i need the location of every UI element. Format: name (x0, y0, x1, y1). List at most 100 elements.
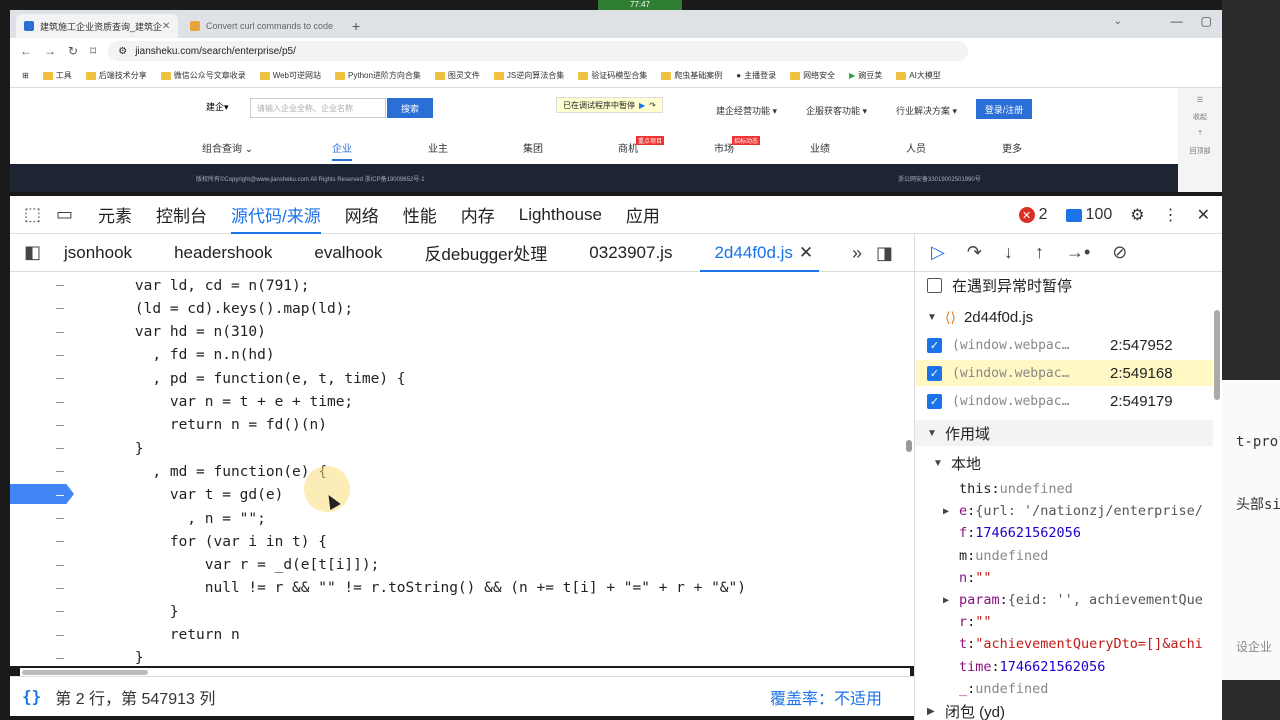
line-gutter[interactable]: – (10, 278, 100, 293)
code-line[interactable]: – } (10, 437, 910, 460)
sidebar-scrollbar[interactable] (1214, 310, 1220, 400)
step-over-icon[interactable]: ↷ (649, 101, 656, 110)
breakpoint-checkbox[interactable]: ✓ (927, 337, 942, 353)
top-icon[interactable]: ⤒ (1178, 130, 1222, 138)
forward-icon[interactable]: → (44, 44, 56, 58)
tab-performance[interactable]: 性能 (403, 196, 437, 234)
collapse-label[interactable]: 收起 (1178, 112, 1222, 122)
line-gutter[interactable]: – (10, 651, 100, 666)
step-into-icon[interactable]: ↓ (1004, 242, 1013, 263)
expand-triangle-icon[interactable]: ▶ (943, 595, 953, 606)
bookmark-folder[interactable]: JS逆向算法合集 (493, 70, 564, 81)
tab-application[interactable]: 应用 (626, 196, 660, 234)
category-market[interactable]: 市场 招标动态 (714, 136, 761, 155)
code-line[interactable]: – (ld = cd).keys().map(ld); (10, 297, 910, 320)
line-gutter[interactable]: – (10, 488, 100, 503)
code-line[interactable]: – return n = fd()(n) (10, 414, 910, 437)
line-gutter[interactable]: – (10, 464, 100, 479)
line-gutter[interactable]: – (10, 534, 100, 549)
step-over-icon[interactable]: ↷ (967, 242, 982, 263)
line-gutter[interactable]: – (10, 604, 100, 619)
bookmark-link[interactable]: ● 主播登录 (736, 70, 776, 81)
line-gutter[interactable]: – (10, 628, 100, 643)
toggle-debugger-icon[interactable]: ◨ (876, 243, 893, 264)
code-line[interactable]: – var r = _d(e[t[i]]); (10, 554, 910, 577)
site-info-icon[interactable]: ⚙ (118, 46, 127, 57)
bookmark-link[interactable]: ▶ 豌豆荚 (849, 70, 882, 81)
file-tab[interactable]: evalhook (314, 234, 382, 272)
bookmark-folder[interactable]: 图灵文件 (434, 70, 480, 81)
settings-gear-icon[interactable]: ⚙ (1130, 205, 1144, 225)
code-line[interactable]: – , md = function(e) { (10, 460, 910, 483)
deactivate-breakpoints-icon[interactable]: ⊘ (1112, 242, 1127, 263)
browser-tab-active[interactable]: 建筑施工企业资质查询_建筑企 ✕ (16, 14, 178, 38)
step-icon[interactable]: →• (1066, 242, 1090, 263)
pause-on-exceptions-row[interactable]: 在遇到异常时暂停 (915, 272, 1215, 298)
new-tab-icon[interactable]: + (352, 18, 360, 34)
code-line[interactable]: – var t = gd(e) (10, 484, 910, 507)
url-field[interactable]: ⚙ jianshеku.com/search/enterprise/p5/ (108, 41, 969, 61)
code-horizontal-scrollbar[interactable] (20, 668, 910, 676)
category-opportunity[interactable]: 商机 重点项目 (618, 136, 665, 155)
expand-triangle-icon[interactable]: ▶ (927, 706, 937, 717)
breakpoint-item-current[interactable]: ✓ (window.webpac… 2:549168 (915, 360, 1213, 386)
file-tab[interactable]: jsonhook (64, 234, 132, 272)
code-line[interactable]: – var hd = n(310) (10, 321, 910, 344)
breakpoint-checkbox[interactable]: ✓ (927, 393, 942, 409)
bookmark-folder[interactable]: 后端技术分享 (85, 70, 147, 81)
line-gutter[interactable]: – (10, 301, 100, 316)
top-label[interactable]: 回顶部 (1178, 146, 1222, 156)
file-tab[interactable]: 反debugger处理 (424, 234, 547, 272)
code-line[interactable]: – null != r && "" != r.toString() && (n … (10, 577, 910, 600)
nav-link[interactable]: 建企经营功能 ▾ (716, 104, 777, 117)
toggle-navigator-icon[interactable]: ◧ (24, 242, 46, 263)
bookmark-folder[interactable]: 工具 (42, 70, 72, 81)
bookmark-folder[interactable]: 微信公众号文章收录 (160, 70, 246, 81)
bookmark-folder[interactable]: Web可逆网站 (259, 70, 321, 81)
back-icon[interactable]: ← (20, 44, 32, 58)
pause-on-exceptions-checkbox[interactable] (927, 277, 942, 293)
close-devtools-icon[interactable]: ✕ (1197, 205, 1210, 225)
tab-memory[interactable]: 内存 (461, 196, 495, 234)
tab-elements[interactable]: 元素 (98, 196, 132, 234)
category-enterprise[interactable]: 企业 (332, 140, 352, 161)
category-performance[interactable]: 业绩 (810, 140, 830, 155)
line-gutter[interactable]: – (10, 371, 100, 386)
expand-triangle-icon[interactable]: ▼ (927, 312, 937, 323)
search-button[interactable]: 搜索 (387, 98, 433, 118)
breakpoint-file-row[interactable]: ▼ ⟨⟩ 2d44f0d.js (915, 304, 1215, 330)
file-tab[interactable]: 0323907.js (589, 234, 672, 272)
closure-row[interactable]: ▶ 闭包 (yd) (915, 698, 1215, 720)
tab-console[interactable]: 控制台 (156, 196, 207, 234)
line-gutter[interactable]: – (10, 348, 100, 363)
file-tab-active[interactable]: 2d44f0d.js ✕ (700, 234, 819, 272)
error-counter[interactable]: ✕ 2 (1018, 206, 1048, 224)
scope-header[interactable]: ▼ 作用域 (915, 420, 1213, 446)
bookmark-folder[interactable]: 网络安全 (790, 70, 835, 81)
code-line[interactable]: – for (var i in t) { (10, 530, 910, 553)
category-combined-query[interactable]: 组合查询 ⌄ (202, 140, 253, 155)
bookmark-folder[interactable]: AI大模型 (896, 70, 941, 81)
code-vertical-scrollbar[interactable] (906, 274, 912, 664)
line-gutter[interactable]: – (10, 418, 100, 433)
tab-network[interactable]: 网络 (345, 196, 379, 234)
resume-icon[interactable]: ▷ (931, 242, 945, 263)
browser-tab[interactable]: Convert curl commands to code (182, 14, 344, 38)
breakpoint-checkbox[interactable]: ✓ (927, 365, 942, 381)
pretty-print-icon[interactable]: {} (22, 687, 41, 706)
close-file-icon[interactable]: ✕ (799, 243, 813, 263)
maximize-icon[interactable]: ▢ (1201, 14, 1212, 28)
code-line[interactable]: – , n = ""; (10, 507, 910, 530)
bookmark-folder[interactable]: 验证码模型合集 (578, 70, 647, 81)
message-counter[interactable]: 100 (1065, 206, 1112, 224)
breakpoint-item[interactable]: ✓ (window.webpac… 2:547952 (915, 332, 1215, 358)
search-input[interactable]: 请输入企业全称、企业名称 (250, 98, 386, 118)
device-toolbar-icon[interactable]: ▭ (56, 204, 78, 225)
category-owner[interactable]: 业主 (428, 140, 448, 155)
nav-link[interactable]: 行业解决方案 ▾ (896, 104, 957, 117)
collapse-icon[interactable]: ☰ (1178, 96, 1222, 104)
category-group[interactable]: 集团 (523, 140, 543, 155)
more-tabs-icon[interactable]: » (852, 243, 862, 264)
scroll-thumb[interactable] (906, 440, 912, 452)
code-line[interactable]: – } (10, 647, 910, 666)
